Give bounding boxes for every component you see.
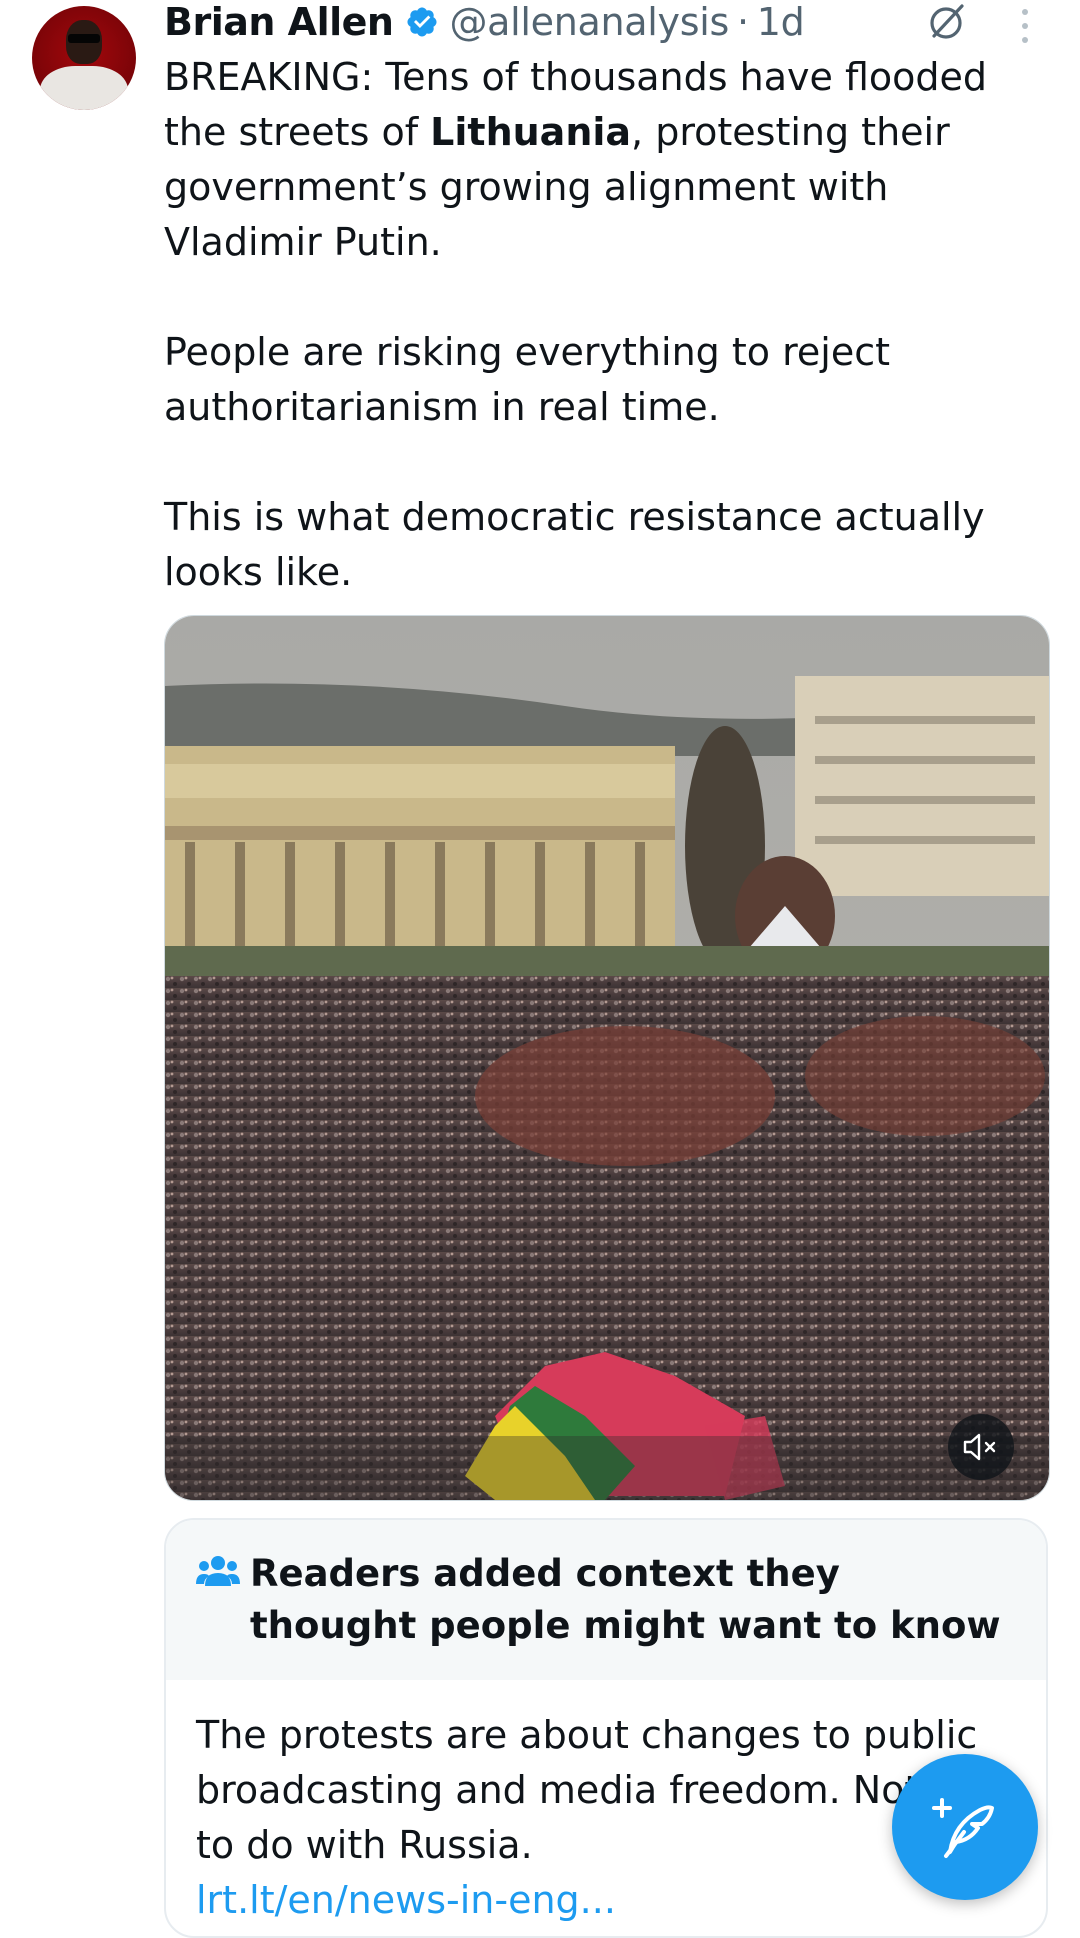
community-note-title: Readers added context they thought peopl… (250, 1552, 1001, 1647)
compose-button[interactable] (892, 1754, 1038, 1900)
mute-button[interactable] (948, 1414, 1014, 1480)
community-note-link[interactable]: lrt.lt/en/news-in-eng... (196, 1873, 1016, 1928)
community-note-text: The protests are about changes to public… (196, 1713, 1003, 1867)
more-vertical-icon[interactable] (1016, 6, 1034, 46)
tweet-header: Brian Allen @allenanalysis · 1d (164, 0, 964, 44)
community-note-header: Readers added context they thought peopl… (166, 1520, 1046, 1680)
speaker-muted-icon (963, 1433, 996, 1461)
tweet-text: BREAKING: Tens of thousands have flooded… (164, 50, 1044, 600)
people-icon (196, 1556, 240, 1586)
tweet-paragraph-3: This is what democratic resistance actua… (164, 495, 985, 594)
bold-location: Lithuania (430, 110, 632, 154)
verified-badge-icon (407, 7, 437, 37)
meta-separator: · (736, 0, 749, 44)
compose-feather-icon (932, 1798, 994, 1858)
tweet-paragraph-2: People are risking everything to reject … (164, 330, 890, 429)
grok-icon[interactable] (926, 2, 966, 42)
tweet-video[interactable] (164, 615, 1050, 1501)
author-handle[interactable]: @allenanalysis (449, 0, 729, 44)
tweet-paragraph-1: BREAKING: Tens of thousands have flooded… (164, 55, 988, 264)
author-name[interactable]: Brian Allen (164, 0, 394, 44)
avatar[interactable] (32, 6, 136, 110)
tweet-time[interactable]: 1d (757, 0, 805, 44)
